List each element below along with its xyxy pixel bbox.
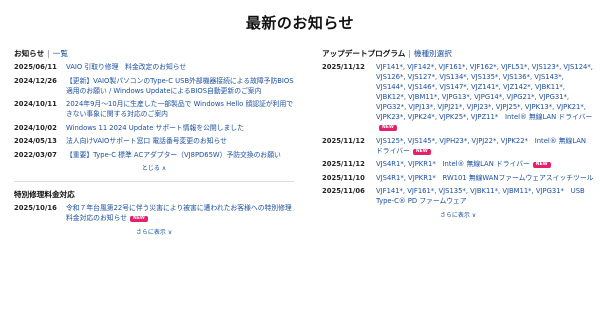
item-text: 【更新】VAIO製パソコンのType-C USB外部機器接続による故障予防BIO… (66, 76, 294, 95)
item-text: VJF141*, VJF161*, VJS135*, VJBK11*, VJBM… (376, 187, 585, 205)
item-link[interactable]: VJF141*, VJF161*, VJS135*, VJBK11*, VJBM… (376, 186, 594, 206)
news-column: お知らせ | 一覧 2025/06/11 VAIO 引取り修理 料金改定のお知らせ 20… (14, 48, 294, 236)
updates-section-header: アップデートプログラム | 機種別選択 (322, 48, 594, 62)
item-date: 2022/03/07 (14, 150, 57, 159)
new-badge: NEW (130, 216, 148, 222)
item-date: 2025/10/16 (14, 204, 57, 212)
item-text: 法人向けVAIOサポート窓口 電話番号変更のお知らせ (66, 137, 227, 145)
news-section-header: お知らせ | 一覧 (14, 48, 294, 62)
collapse-toggle[interactable]: とじる ∧ (14, 163, 294, 172)
item-text: VJF141*, VJF142*, VJF161*, VJF162*, VJFL… (376, 63, 593, 121)
item-link[interactable]: VJS4R1*, VJPKR1* Intel® 無線LAN ドライバー NEW (376, 159, 594, 169)
show-more-button[interactable]: さらに表示 ∨ (322, 210, 594, 219)
special-repair-list: 2025/10/16 令和７年台風第22号に伴う災害により被害に遭われたお客様への… (14, 203, 294, 223)
list-item: 2024/10/11 2024年9月～10月に生産した一部製品で Windows … (14, 99, 294, 119)
list-item: 2024/10/02 Windows 11 2024 Update サポート情報を… (14, 123, 294, 133)
item-link[interactable]: VJF141*, VJF142*, VJF161*, VJF162*, VJFL… (376, 62, 594, 132)
item-text: VJS4R1*, VJPKR1* Intel® 無線LAN ドライバー (376, 160, 530, 168)
list-item: 2025/11/12 VJS4R1*, VJPKR1* Intel® 無線LAN … (322, 159, 594, 169)
updates-heading: アップデートプログラム (322, 49, 406, 58)
item-text: VJS4R1*, VJPKR1* RW101 無線WANファームウェアスイッチツ… (376, 173, 594, 182)
heading-separator: | (47, 49, 50, 58)
model-select-link[interactable]: 機種別選択 (414, 49, 452, 58)
item-link[interactable]: 2024年9月～10月に生産した一部製品で Windows Hello 顔認証が… (66, 99, 294, 119)
list-item: 2022/03/07 【重要】Type-C 標準 ACアダプター（VJ8PD65W… (14, 150, 294, 160)
updates-list: 2025/11/12 VJF141*, VJF142*, VJF161*, VJF… (322, 62, 594, 206)
list-item: 2024/05/13 法人向けVAIOサポート窓口 電話番号変更のお知らせ (14, 136, 294, 146)
list-item: 2025/11/12 VJF141*, VJF142*, VJF161*, VJF… (322, 62, 594, 132)
item-link[interactable]: Windows 11 2024 Update サポート情報を公開しました (66, 123, 294, 133)
item-text: 2024年9月～10月に生産した一部製品で Windows Hello 顔認証が… (66, 100, 294, 118)
item-date: 2025/11/10 (322, 173, 365, 182)
news-heading: お知らせ (14, 49, 45, 58)
news-list-link[interactable]: 一覧 (53, 49, 68, 58)
new-badge: NEW (412, 148, 431, 155)
item-link[interactable]: VJS125*, VJS145*, VJPH23*, VJPJ22*, VJPK… (376, 136, 594, 156)
item-link[interactable]: 令和７年台風第22号に伴う災害により被害に遭われたお客様への特別修理料金対応のお… (66, 203, 294, 223)
list-item: 2025/11/12 VJS125*, VJS145*, VJPH23*, VJP… (322, 136, 594, 156)
item-link[interactable]: 法人向けVAIOサポート窓口 電話番号変更のお知らせ (66, 136, 294, 146)
list-item: 2025/11/06 VJF141*, VJF161*, VJS135*, VJB… (322, 186, 594, 206)
list-item: 2025/10/16 令和７年台風第22号に伴う災害により被害に遭われたお客様への… (14, 203, 294, 223)
updates-column: アップデートプログラム | 機種別選択 2025/11/12 VJF141*, VJF… (322, 48, 594, 219)
item-link[interactable]: VJS4R1*, VJPKR1* RW101 無線WANファームウェアスイッチツ… (376, 173, 594, 183)
item-link[interactable]: 【更新】VAIO製パソコンのType-C USB外部機器接続による故障予防BIO… (66, 76, 294, 96)
show-more-button[interactable]: さらに表示 ∨ (14, 227, 294, 236)
item-date: 2025/06/11 (14, 63, 57, 71)
item-text: Windows 11 2024 Update サポート情報を公開しました (66, 123, 244, 132)
item-date: 2024/10/02 (14, 123, 57, 132)
item-date: 2025/11/12 (322, 160, 365, 168)
news-list: 2025/06/11 VAIO 引取り修理 料金改定のお知らせ 2024/12/26… (14, 62, 294, 160)
list-item: 2025/11/10 VJS4R1*, VJPKR1* RW101 無線WANファ… (322, 173, 594, 183)
list-item: 2025/06/11 VAIO 引取り修理 料金改定のお知らせ (14, 62, 294, 72)
item-date: 2024/05/13 (14, 137, 57, 145)
new-badge: NEW (379, 125, 397, 131)
item-text: VAIO 引取り修理 料金改定のお知らせ (66, 63, 187, 71)
item-text: 【重要】Type-C 標準 ACアダプター（VJ8PD65W）予防交換のお願い (66, 150, 281, 159)
list-item: 2024/12/26 【更新】VAIO製パソコンのType-C USB外部機器接続… (14, 76, 294, 96)
special-repair-heading: 特別修理料金対応 (14, 190, 75, 199)
new-badge: NEW (532, 162, 551, 168)
item-date: 2024/10/11 (14, 100, 57, 108)
item-date: 2025/11/12 (322, 136, 365, 145)
item-date: 2025/11/12 (322, 63, 365, 71)
item-link[interactable]: VAIO 引取り修理 料金改定のお知らせ (66, 62, 294, 72)
item-date: 2024/12/26 (14, 76, 57, 85)
page-title: 最新のお知らせ (245, 14, 355, 32)
item-text: 令和７年台風第22号に伴う災害により被害に遭われたお客様への特別修理料金対応のお… (66, 204, 292, 222)
item-date: 2025/11/06 (322, 187, 365, 195)
section-divider (14, 181, 294, 182)
item-text: VJS125*, VJS145*, VJPH23*, VJPJ22*, VJPK… (376, 136, 587, 155)
item-link[interactable]: 【重要】Type-C 標準 ACアダプター（VJ8PD65W）予防交換のお願い (66, 150, 294, 160)
heading-separator: | (408, 49, 411, 58)
